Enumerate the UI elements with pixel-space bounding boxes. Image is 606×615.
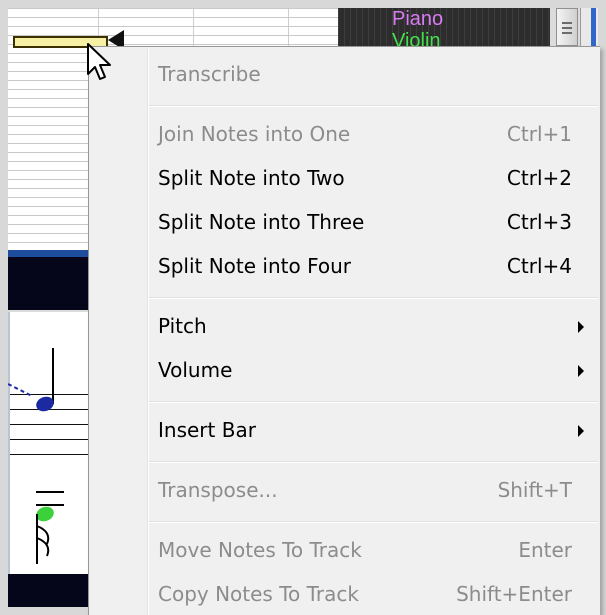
vertical-scrollbar[interactable] xyxy=(580,8,598,46)
mouse-pointer-icon xyxy=(87,43,111,80)
menu-item-shortcut: Ctrl+1 xyxy=(506,122,572,146)
menu-item-shortcut: Ctrl+3 xyxy=(506,210,572,234)
menu-separator xyxy=(149,297,598,299)
menu-item-volume[interactable]: Volume xyxy=(91,349,598,391)
menu-item-shortcut: Shift+Enter xyxy=(456,582,572,606)
menu-separator xyxy=(149,105,598,107)
menu-separator xyxy=(149,401,598,403)
menu-item-label: Copy Notes To Track xyxy=(158,582,359,606)
menu-item-split-three[interactable]: Split Note into Three Ctrl+3 xyxy=(91,201,598,243)
submenu-arrow-icon xyxy=(578,321,584,333)
menu-item-insert-bar[interactable]: Insert Bar xyxy=(91,409,598,451)
menu-item-pitch[interactable]: Pitch xyxy=(91,305,598,347)
menu-item-label: Volume xyxy=(158,358,233,382)
menu-item-split-four[interactable]: Split Note into Four Ctrl+4 xyxy=(91,245,598,287)
menu-item-label: Split Note into Three xyxy=(158,210,365,234)
app-window: Piano Violin Transcribe Join Notes into … xyxy=(0,0,606,615)
menu-item-label: Move Notes To Track xyxy=(158,538,362,562)
menu-item-label: Split Note into Four xyxy=(158,254,351,278)
track-name-piano[interactable]: Piano xyxy=(392,9,443,29)
submenu-arrow-icon xyxy=(578,425,584,437)
track-list-panel xyxy=(338,8,550,46)
menu-item-split-two[interactable]: Split Note into Two Ctrl+2 xyxy=(91,157,598,199)
menu-item-copy-notes[interactable]: Copy Notes To Track Shift+Enter xyxy=(91,573,598,615)
menu-item-label: Transpose... xyxy=(158,478,278,502)
menu-item-label: Pitch xyxy=(158,314,207,338)
menu-item-shortcut: Shift+T xyxy=(497,478,572,502)
menu-item-join-notes[interactable]: Join Notes into One Ctrl+1 xyxy=(91,113,598,155)
menu-item-label: Join Notes into One xyxy=(158,122,351,146)
track-scroll-handle[interactable] xyxy=(556,8,578,46)
menu-separator xyxy=(149,521,598,523)
context-menu: Transcribe Join Notes into One Ctrl+1 Sp… xyxy=(88,46,600,615)
submenu-arrow-icon xyxy=(578,365,584,377)
menu-item-label: Split Note into Two xyxy=(158,166,345,190)
menu-item-transcribe[interactable]: Transcribe xyxy=(91,53,598,95)
menu-item-label: Insert Bar xyxy=(158,418,256,442)
menu-item-shortcut: Enter xyxy=(518,538,572,562)
menu-item-move-notes[interactable]: Move Notes To Track Enter xyxy=(91,529,598,571)
menu-item-shortcut: Ctrl+2 xyxy=(506,166,572,190)
menu-item-shortcut: Ctrl+4 xyxy=(506,254,572,278)
menu-item-label: Transcribe xyxy=(158,62,261,86)
menu-separator xyxy=(149,461,598,463)
menu-item-transpose[interactable]: Transpose... Shift+T xyxy=(91,469,598,511)
